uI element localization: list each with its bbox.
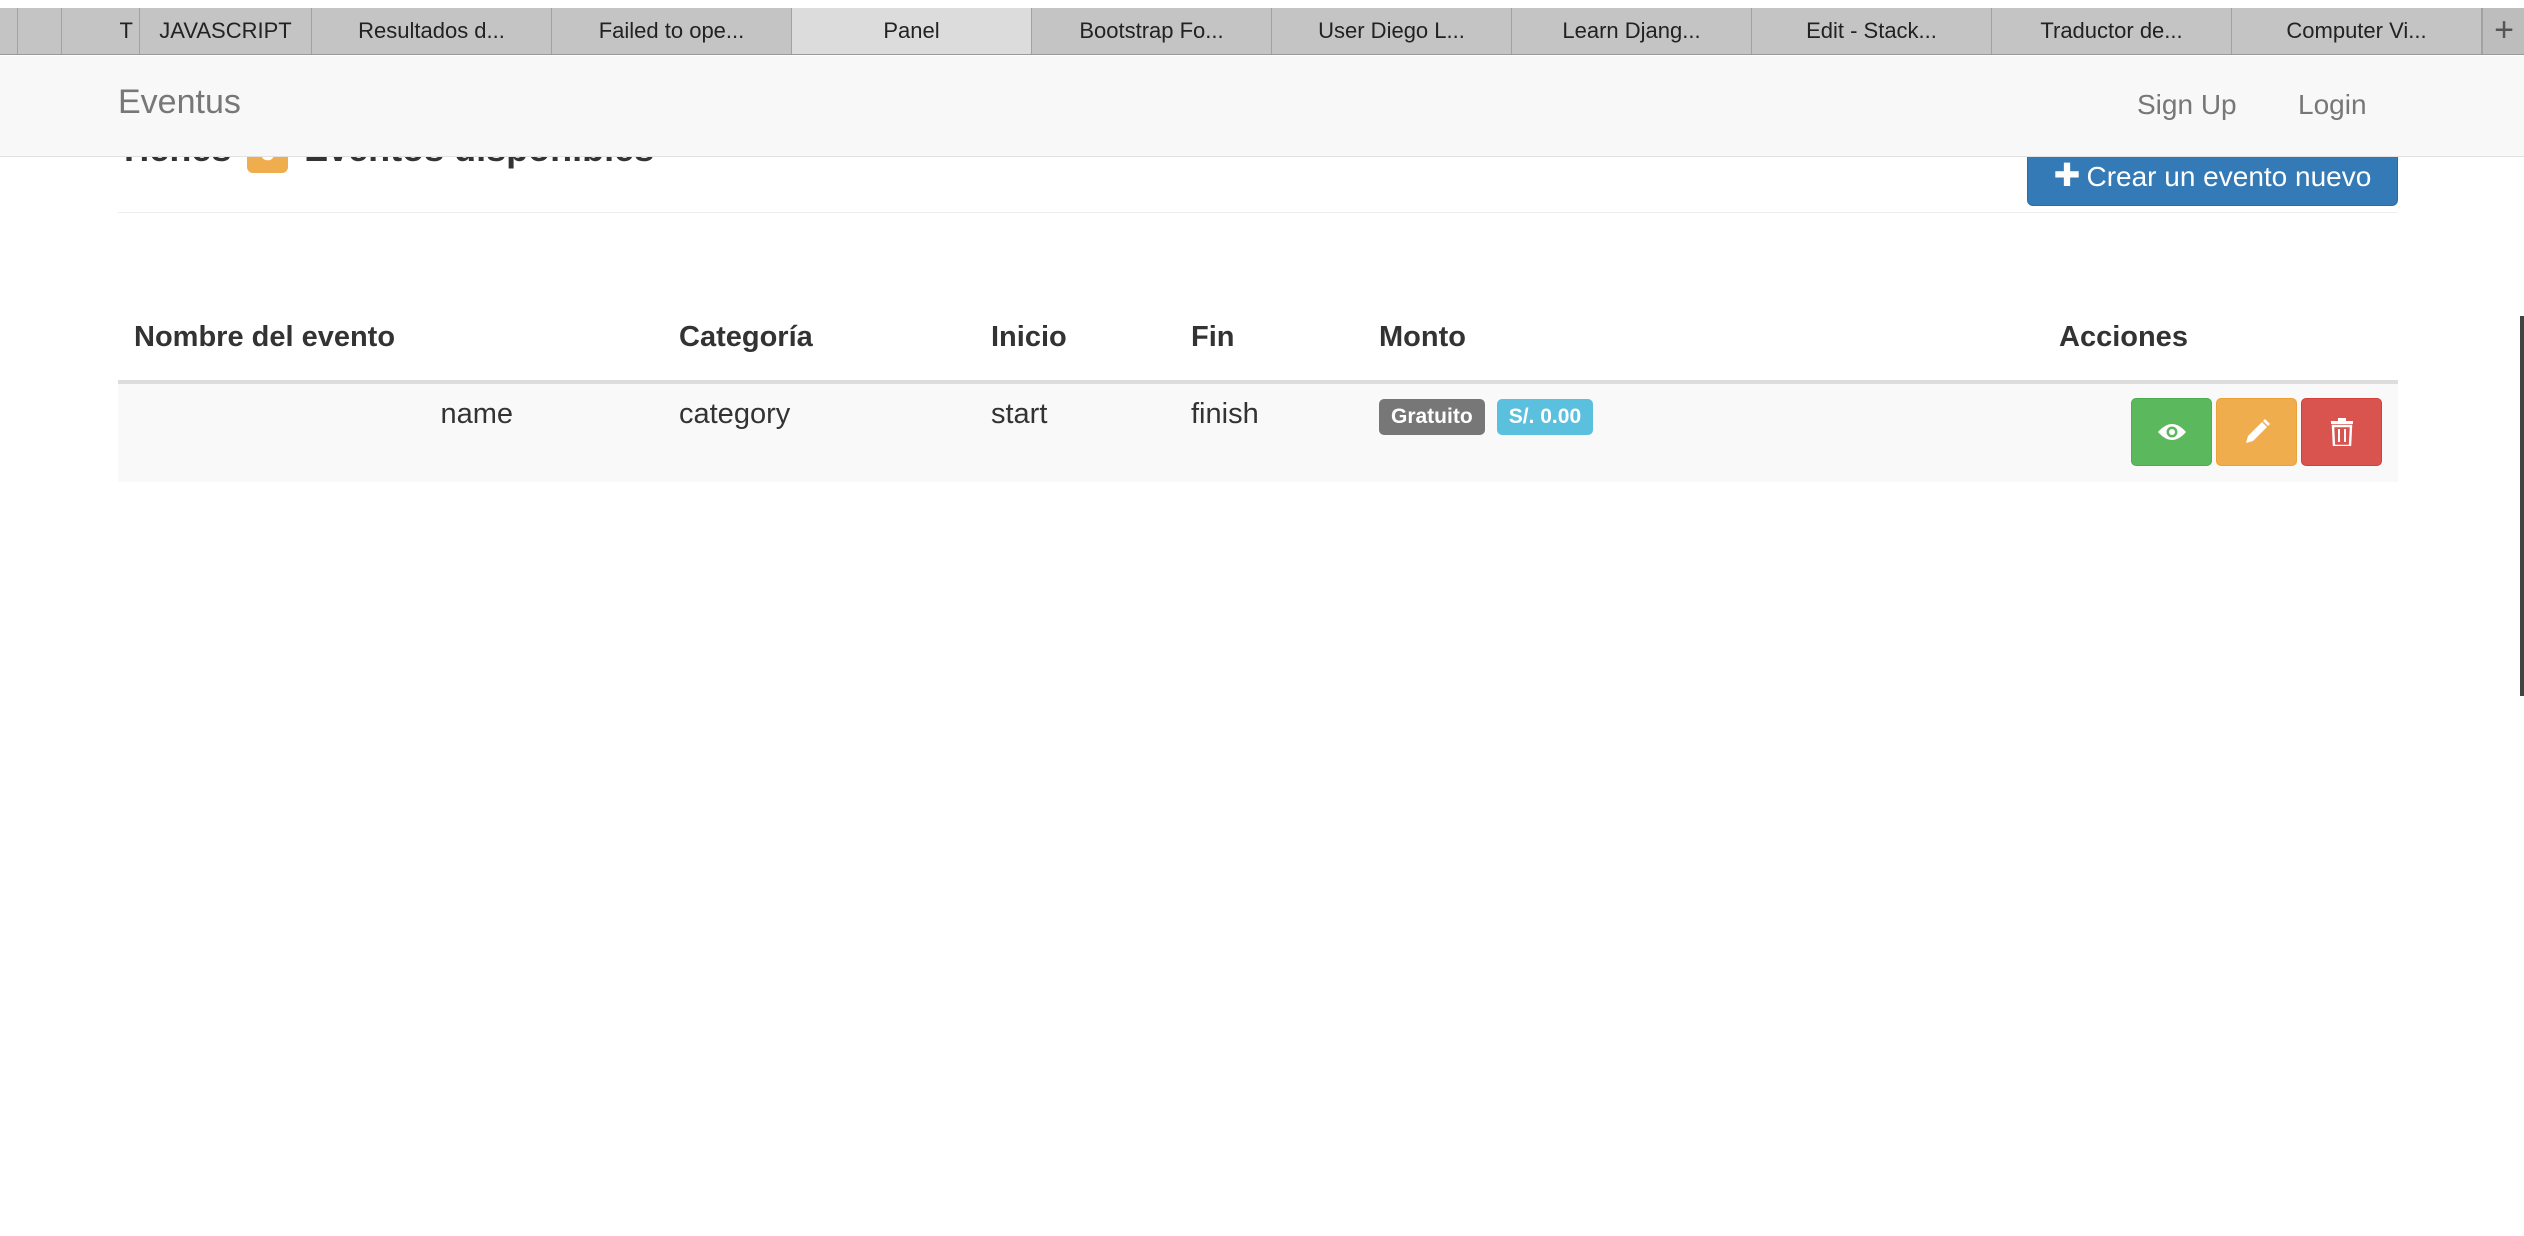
new-tab-button[interactable]: + [2482, 8, 2524, 54]
price-badge: S/. 0.00 [1496, 399, 1594, 435]
signup-link[interactable]: Sign Up [2137, 89, 2237, 121]
browser-tab-active[interactable]: Panel [792, 8, 1032, 54]
cell-amount: Gratuito S/. 0.00 [1363, 382, 2043, 482]
browser-tab[interactable]: T [62, 8, 140, 54]
browser-tab[interactable]: Edit - Stack... [1752, 8, 1992, 54]
trash-icon [2330, 418, 2353, 446]
browser-tab-pinned[interactable] [0, 8, 18, 54]
column-header-category[interactable]: Categoría [663, 294, 975, 384]
column-header-actions: Acciones [2043, 294, 2398, 384]
divider [118, 212, 2398, 213]
plus-icon: + [2494, 11, 2514, 49]
browser-tab[interactable]: Learn Djang... [1512, 8, 1752, 54]
delete-event-button[interactable] [2301, 398, 2382, 466]
browser-tab[interactable]: User Diego L... [1272, 8, 1512, 54]
free-badge: Gratuito [1379, 399, 1485, 435]
cell-start: start [975, 382, 1175, 482]
events-table: Nombre del evento Categoría Inicio Fin M… [118, 294, 2398, 482]
browser-tab[interactable]: Computer Vi... [2232, 8, 2482, 54]
browser-tab[interactable]: Bootstrap Fo... [1032, 8, 1272, 54]
pencil-icon [2245, 419, 2270, 443]
window-edge [2520, 316, 2524, 696]
cell-name: name [118, 382, 663, 482]
page: Eventus Sign Up Login Tienes 0 Eventos d… [0, 56, 2524, 1236]
column-header-amount[interactable]: Monto [1363, 294, 2043, 384]
eye-icon [2157, 424, 2186, 440]
edit-event-button[interactable] [2216, 398, 2297, 466]
cell-actions [2043, 382, 2398, 482]
table-header-row: Nombre del evento Categoría Inicio Fin M… [118, 294, 2398, 384]
browser-tab-strip: T JAVASCRIPT Resultados d... Failed to o… [0, 8, 2524, 55]
column-header-start[interactable]: Inicio [975, 294, 1175, 384]
cell-category: category [663, 382, 975, 482]
browser-tab-pinned[interactable] [18, 8, 62, 54]
column-header-name[interactable]: Nombre del evento [118, 294, 663, 384]
navbar: Eventus Sign Up Login [0, 56, 2524, 157]
brand-link[interactable]: Eventus [118, 83, 241, 122]
browser-tab[interactable]: Resultados d... [312, 8, 552, 54]
browser-tab[interactable]: Traductor de... [1992, 8, 2232, 54]
login-link[interactable]: Login [2298, 89, 2367, 121]
browser-tab[interactable]: Failed to ope... [552, 8, 792, 54]
table-row: name category start finish Gratuito S/. … [118, 382, 2398, 482]
plus-icon: ✚ [2053, 157, 2081, 193]
browser-tab[interactable]: JAVASCRIPT [140, 8, 312, 54]
column-header-finish[interactable]: Fin [1175, 294, 1363, 384]
view-event-button[interactable] [2131, 398, 2212, 466]
cell-finish: finish [1175, 382, 1363, 482]
